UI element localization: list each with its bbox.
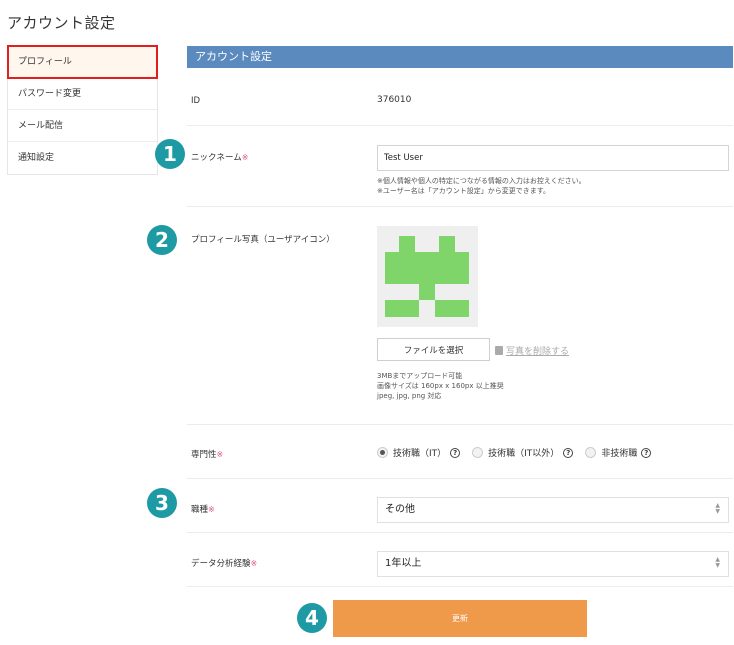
specialty-label: 専門性※ — [191, 450, 224, 460]
radio-unselected[interactable] — [472, 447, 484, 458]
photo-note-2: 画像サイズは 160px x 160px 以上推奨 — [377, 382, 504, 390]
section-header: アカウント設定 — [187, 46, 733, 68]
sidebar-item-password[interactable]: パスワード変更 — [8, 78, 157, 110]
sidebar-item-mail[interactable]: メール配信 — [8, 110, 157, 142]
divider — [187, 424, 733, 425]
nickname-note-2: ※ユーザー名は「アカウント設定」から変更できます。 — [377, 187, 551, 195]
specialty-option-non-tech[interactable]: 非技術職 ? — [585, 446, 652, 459]
delete-photo-link[interactable]: 写真を削除する — [495, 344, 569, 357]
specialty-option-it[interactable]: 技術職（IT） ? — [377, 446, 461, 459]
required-mark: ※ — [250, 559, 258, 568]
page-title: アカウント設定 — [7, 14, 116, 32]
divider — [187, 125, 733, 126]
nickname-input[interactable] — [377, 145, 729, 171]
select-arrows-icon: ▲ ▼ — [715, 556, 720, 569]
job-type-select[interactable]: その他 ▲ ▼ — [377, 497, 729, 523]
specialty-option-tech-non-it[interactable]: 技術職（IT以外） ? — [472, 446, 574, 459]
help-icon[interactable]: ? — [450, 447, 461, 458]
required-mark: ※ — [241, 153, 249, 162]
id-value: 376010 — [377, 95, 412, 105]
nickname-label: ニックネーム※ — [191, 153, 249, 163]
photo-note-3: jpeg, jpg, png 対応 — [377, 392, 442, 400]
update-button[interactable]: 更新 — [333, 600, 587, 637]
sidebar-item-notifications[interactable]: 通知設定 — [8, 142, 157, 174]
radio-unselected[interactable] — [585, 447, 597, 458]
data-exp-label: データ分析経験※ — [191, 559, 258, 569]
divider — [187, 586, 733, 587]
divider — [187, 478, 733, 479]
avatar — [377, 226, 478, 327]
required-mark: ※ — [216, 450, 224, 459]
photo-label: プロフィール写真（ユーザアイコン） — [191, 235, 335, 245]
divider — [187, 532, 733, 533]
nickname-note-1: ※個人情報や個人の特定につながる情報の入力はお控えください。 — [377, 177, 586, 185]
photo-note-1: 3MBまでアップロード可能 — [377, 372, 463, 380]
required-mark: ※ — [208, 505, 215, 514]
sidebar-item-profile[interactable]: プロフィール — [7, 45, 158, 79]
help-icon[interactable]: ? — [641, 447, 652, 458]
trash-icon — [495, 346, 503, 355]
help-icon[interactable]: ? — [563, 447, 574, 458]
data-exp-select[interactable]: 1年以上 ▲ ▼ — [377, 551, 729, 577]
radio-selected[interactable] — [377, 447, 388, 458]
step-badge-2: 2 — [147, 225, 177, 255]
step-badge-3: 3 — [147, 488, 177, 518]
choose-file-button[interactable]: ファイルを選択 — [377, 338, 490, 361]
step-badge-1: 1 — [155, 139, 185, 169]
specialty-radio-group: 技術職（IT） ? 技術職（IT以外） ? 非技術職 ? — [377, 446, 663, 459]
sidebar: プロフィール パスワード変更 メール配信 通知設定 — [7, 45, 158, 175]
step-badge-4: 4 — [297, 603, 327, 633]
id-label: ID — [191, 96, 201, 106]
divider — [187, 206, 733, 207]
select-arrows-icon: ▲ ▼ — [715, 502, 720, 515]
job-type-label: 職種※ — [191, 505, 215, 515]
